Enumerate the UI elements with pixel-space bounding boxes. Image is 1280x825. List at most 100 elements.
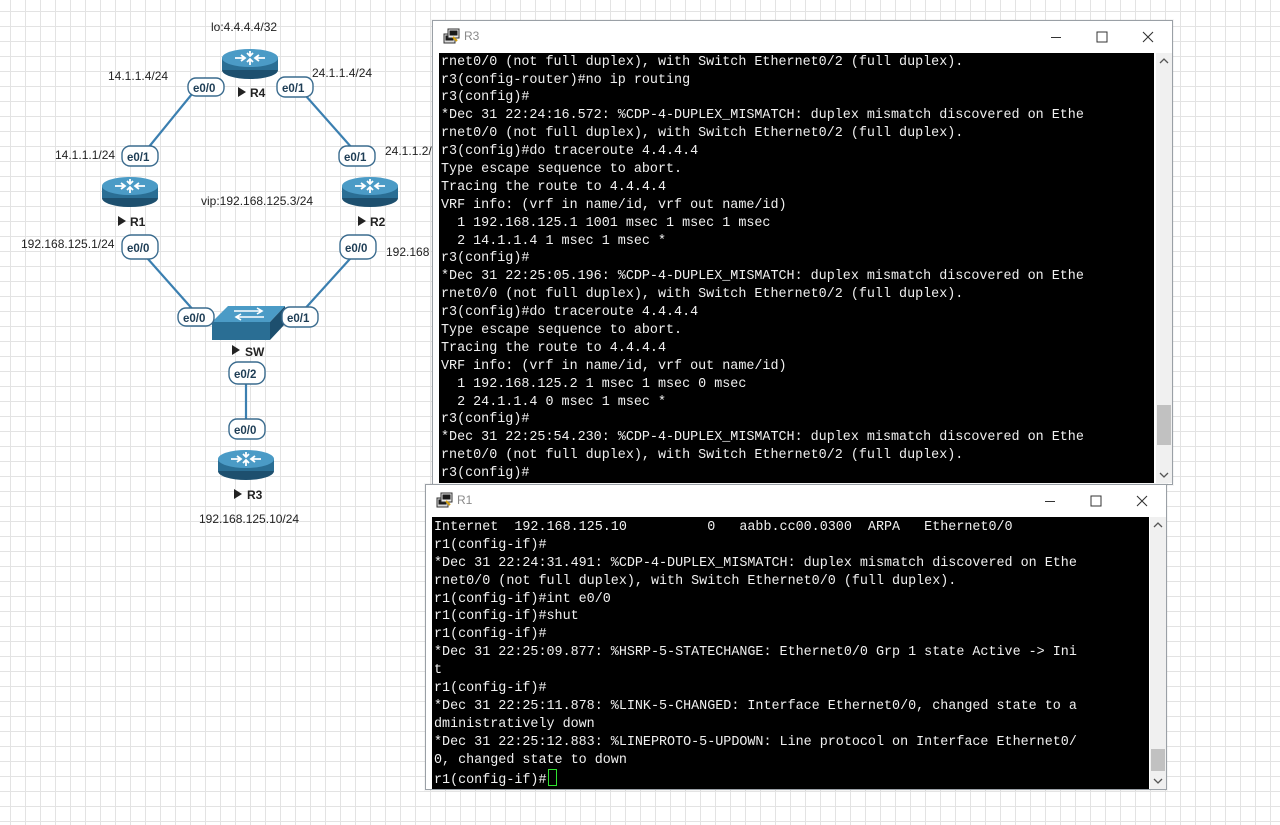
r1-titlebar[interactable]: R1 bbox=[426, 485, 1166, 517]
r2-interface-e0-0[interactable]: e0/0 bbox=[339, 234, 377, 260]
r3-scroll-up-icon[interactable] bbox=[1156, 53, 1172, 69]
r3-titlebar[interactable]: R3 bbox=[433, 21, 1172, 53]
r1-name: R1 bbox=[130, 215, 146, 229]
r1-terminal-line: dministratively down bbox=[434, 716, 595, 732]
r1-close-button[interactable] bbox=[1120, 485, 1166, 517]
r3-terminal-window[interactable]: R3 rnet0/0 (not full duplex), with Switc… bbox=[432, 20, 1173, 485]
router-r1-icon[interactable] bbox=[101, 176, 159, 208]
r3-terminal-output[interactable]: rnet0/0 (not full duplex), with Switch E… bbox=[439, 53, 1154, 483]
vip-label: vip:192.168.125.3/24 bbox=[201, 194, 313, 208]
r3-scroll-down-icon[interactable] bbox=[1156, 467, 1172, 483]
sw-interface-e0-0[interactable]: e0/0 bbox=[177, 307, 215, 327]
r1-terminal-line: 0, changed state to down bbox=[434, 752, 627, 768]
r3-terminal-line: r3(config)# bbox=[441, 466, 530, 482]
r2-name: R2 bbox=[370, 215, 386, 229]
router-r2-icon[interactable] bbox=[341, 176, 399, 208]
svg-text:e0/0: e0/0 bbox=[193, 83, 215, 95]
r1-scroll-thumb[interactable] bbox=[1151, 749, 1165, 771]
r1-terminal-output[interactable]: Internet 192.168.125.10 0 aabb.cc00.0300… bbox=[432, 517, 1149, 789]
r1-window-title: R1 bbox=[457, 493, 473, 507]
r4-interface-e0-0[interactable]: e0/0 bbox=[187, 77, 225, 97]
r3-terminal-line: r3(config)# bbox=[441, 412, 530, 428]
putty-terminal-icon bbox=[443, 28, 460, 44]
router-r4-icon[interactable] bbox=[221, 48, 279, 80]
r1-minimize-button[interactable] bbox=[1028, 485, 1074, 517]
svg-text:e0/1: e0/1 bbox=[287, 313, 310, 325]
r4-ip-left: 14.1.1.4/24 bbox=[108, 69, 168, 83]
r1-scroll-up-icon[interactable] bbox=[1150, 517, 1166, 533]
r3-terminal-line: *Dec 31 22:25:05.196: %CDP-4-DUPLEX_MISM… bbox=[441, 269, 1084, 285]
r1-terminal-line: r1(config-if)# bbox=[434, 681, 547, 697]
r2-interface-e0-1[interactable]: e0/1 bbox=[338, 145, 376, 167]
r3-terminal-line: r3(config)# bbox=[441, 251, 530, 267]
r1-terminal-cursor bbox=[547, 769, 557, 787]
r1-play-icon bbox=[118, 216, 126, 226]
r3-terminal-line: 2 24.1.1.4 0 msec 1 msec * bbox=[441, 394, 666, 410]
r3-close-button[interactable] bbox=[1126, 21, 1172, 53]
svg-text:e0/0: e0/0 bbox=[234, 425, 256, 437]
r1-terminal-line: Internet 192.168.125.10 0 aabb.cc00.0300… bbox=[434, 520, 1013, 535]
r3-terminal-line: Type escape sequence to abort. bbox=[441, 322, 683, 338]
sw-interface-e0-2[interactable]: e0/2 bbox=[228, 361, 266, 385]
r2-ip-top: 24.1.1.2/ bbox=[385, 144, 432, 158]
r1-terminal-line: *Dec 31 22:25:12.883: %LINEPROTO-5-UPDOW… bbox=[434, 734, 1077, 750]
r1-terminal-line: r1(config-if)# bbox=[432, 769, 1149, 788]
r2-ip-bottom: 192.168 bbox=[386, 245, 430, 259]
r3-name: R3 bbox=[247, 488, 263, 502]
r3-terminal-line: VRF info: (vrf in name/id, vrf out name/… bbox=[441, 197, 787, 213]
r1-ip-bottom: 192.168.125.1/24 bbox=[21, 237, 115, 251]
r3-minimize-button[interactable] bbox=[1034, 21, 1080, 53]
r3-terminal-line: r3(config-router)#no ip routing bbox=[441, 72, 691, 88]
r1-terminal-line: *Dec 31 22:25:11.878: %LINK-5-CHANGED: I… bbox=[434, 698, 1077, 714]
r1-terminal-line: rnet0/0 (not full duplex), with Switch E… bbox=[434, 573, 957, 589]
r3-terminal-line: r3(config)#do traceroute 4.4.4.4 bbox=[441, 305, 699, 321]
r3-maximize-button[interactable] bbox=[1080, 21, 1126, 53]
svg-text:e0/1: e0/1 bbox=[282, 83, 305, 95]
r1-terminal-line: r1(config-if)#shut bbox=[434, 609, 579, 625]
r1-terminal-line: *Dec 31 22:24:31.491: %CDP-4-DUPLEX_MISM… bbox=[434, 555, 1077, 571]
r3-scroll-thumb[interactable] bbox=[1157, 405, 1171, 445]
r3-terminal-line: rnet0/0 (not full duplex), with Switch E… bbox=[441, 54, 964, 70]
r3-terminal-line: 1 192.168.125.2 1 msec 1 msec 0 msec bbox=[441, 376, 747, 392]
r1-terminal-line: r1(config-if)# bbox=[434, 537, 547, 553]
r3-interface-e0-0[interactable]: e0/0 bbox=[228, 418, 266, 440]
r3-terminal-line: 1 192.168.125.1 1001 msec 1 msec 1 msec bbox=[441, 215, 771, 231]
r1-terminal-line: r1(config-if)#int e0/0 bbox=[434, 591, 611, 607]
r3-terminal-line: 2 14.1.1.4 1 msec 1 msec * bbox=[441, 233, 666, 249]
r2-play-icon bbox=[358, 216, 366, 226]
r3-terminal-line: *Dec 31 22:25:54.230: %CDP-4-DUPLEX_MISM… bbox=[441, 430, 1084, 446]
sw-play-icon bbox=[232, 345, 240, 355]
svg-text:e0/2: e0/2 bbox=[234, 369, 256, 381]
r1-scrollbar[interactable] bbox=[1150, 517, 1166, 789]
svg-text:e0/1: e0/1 bbox=[344, 152, 367, 164]
r3-terminal-line: VRF info: (vrf in name/id, vrf out name/… bbox=[441, 358, 787, 374]
r3-terminal-line: rnet0/0 (not full duplex), with Switch E… bbox=[441, 126, 964, 142]
r4-play-icon bbox=[238, 87, 246, 97]
r1-interface-e0-1[interactable]: e0/1 bbox=[121, 145, 159, 167]
switch-sw-icon[interactable] bbox=[212, 306, 285, 340]
router-r3-icon[interactable] bbox=[217, 449, 275, 481]
r4-name: R4 bbox=[250, 86, 266, 100]
svg-text:e0/1: e0/1 bbox=[127, 152, 150, 164]
r3-terminal-line: r3(config)#do traceroute 4.4.4.4 bbox=[441, 144, 699, 160]
r1-maximize-button[interactable] bbox=[1074, 485, 1120, 517]
sw-interface-e0-1[interactable]: e0/1 bbox=[281, 306, 319, 328]
r3-window-title: R3 bbox=[464, 29, 480, 43]
r3-terminal-line: rnet0/0 (not full duplex), with Switch E… bbox=[441, 287, 964, 303]
r4-interface-e0-1[interactable]: e0/1 bbox=[276, 76, 314, 98]
svg-text:e0/0: e0/0 bbox=[345, 243, 367, 255]
r1-terminal-line: r1(config-if)# bbox=[434, 627, 547, 643]
r4-loopback-label: lo:4.4.4.4/32 bbox=[211, 20, 277, 34]
r3-terminal-line: Type escape sequence to abort. bbox=[441, 161, 683, 177]
putty-terminal-icon bbox=[436, 492, 453, 508]
r1-interface-e0-0[interactable]: e0/0 bbox=[121, 234, 159, 260]
r1-terminal-window[interactable]: R1 Internet 192.168.125.10 0 aabb.cc00.0… bbox=[425, 484, 1167, 790]
r3-terminal-line: *Dec 31 22:24:16.572: %CDP-4-DUPLEX_MISM… bbox=[441, 108, 1084, 124]
r1-terminal-line: t bbox=[434, 663, 443, 679]
r1-scroll-down-icon[interactable] bbox=[1150, 773, 1166, 789]
r3-terminal-line: Tracing the route to 4.4.4.4 bbox=[441, 340, 666, 356]
r3-terminal-line: Tracing the route to 4.4.4.4 bbox=[441, 179, 666, 195]
r3-scrollbar[interactable] bbox=[1156, 53, 1172, 483]
r3-ip-label: 192.168.125.10/24 bbox=[199, 512, 299, 526]
svg-text:e0/0: e0/0 bbox=[183, 313, 205, 325]
